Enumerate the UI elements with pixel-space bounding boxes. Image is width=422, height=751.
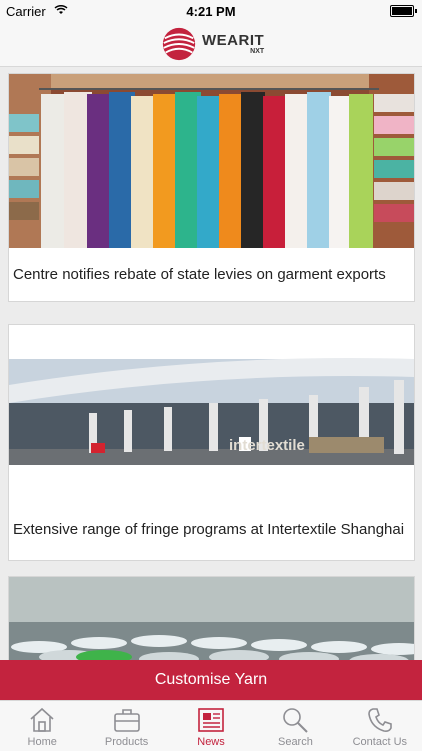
logo-brand-text: WEARIT [202,32,265,49]
news-card[interactable]: intertextile Extensive range of fringe p… [8,324,415,561]
tab-home[interactable]: Home [0,701,84,751]
news-image-expo: intertextile [9,325,414,499]
news-card[interactable]: Centre notifies rebate of state levies o… [8,73,415,302]
tab-products[interactable]: Products [84,701,168,751]
tab-label: Contact Us [352,736,408,748]
news-card[interactable] [8,576,415,660]
briefcase-icon [113,709,140,732]
news-title[interactable]: Centre notifies rebate of state levies o… [9,248,414,301]
logo-sub-text: NXT [250,48,265,55]
news-title[interactable]: Extensive range of fringe programs at In… [9,499,414,560]
logo-mark-icon [162,27,196,61]
news-image-dyes [9,577,414,660]
tab-label: Search [277,736,313,748]
battery-icon [390,5,417,17]
app-logo: WEARIT NXT [160,25,264,63]
home-icon [30,707,54,732]
news-feed[interactable]: Centre notifies rebate of state levies o… [0,66,422,660]
tab-label: News [197,736,225,748]
tab-search[interactable]: Search [253,701,337,751]
nav-bar: WEARIT NXT [0,22,422,67]
expo-sign-text: intertextile [229,437,305,454]
status-bar: Carrier 4:21 PM [0,0,422,22]
customise-yarn-button[interactable]: Customise Yarn [0,660,422,700]
tab-label: Home [27,736,57,748]
tab-news[interactable]: News [169,701,253,751]
newspaper-icon [198,708,224,732]
news-image-garments [9,74,414,248]
search-icon [283,708,309,733]
tab-contact-us[interactable]: Contact Us [338,701,422,751]
tab-label: Products [104,736,149,748]
tab-bar: Home Products News Search Contact Us [0,700,422,751]
clock: 4:21 PM [186,4,236,19]
phone-icon [368,708,392,732]
